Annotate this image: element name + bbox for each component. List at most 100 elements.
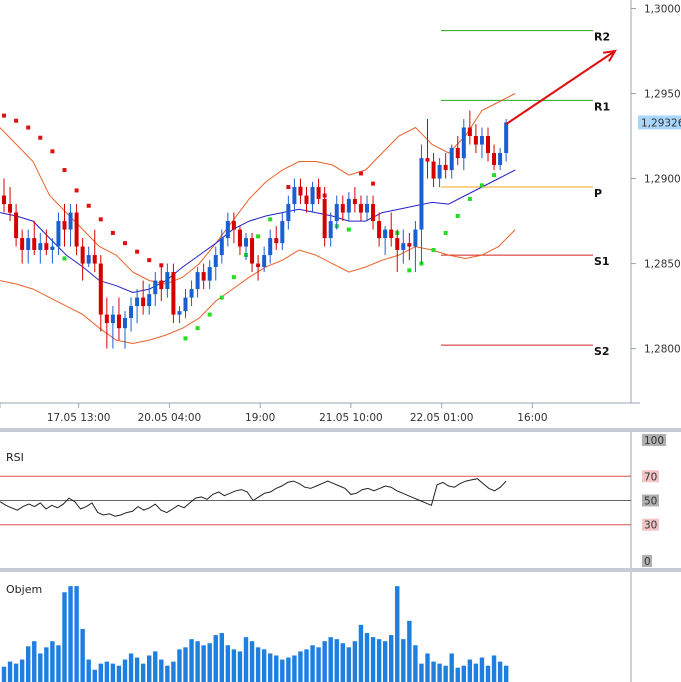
pivot-label-p: P [594,187,602,200]
last-price-tag-text: 1,29326 [641,117,681,129]
candle-body [504,122,509,154]
price-plot-bg [0,0,631,403]
sar-dot [207,312,212,317]
candle-body [310,187,315,205]
volume-bar [261,649,267,682]
panel-separator-1[interactable] [0,428,681,432]
volume-bar [443,665,448,682]
volume-bar [437,663,442,682]
candle-body [280,221,285,244]
sar-dot [110,230,115,235]
candle-body [201,272,206,281]
candle-body [159,280,164,290]
y-tick-label: 1,2900 [644,174,681,186]
candle-body [244,238,248,247]
volume-bar [340,643,345,682]
candle-body [2,195,6,205]
sar-dot [98,217,103,222]
sar-dot [431,247,436,252]
volume-bar [280,659,285,682]
candle-body [328,221,333,239]
candle-body [189,289,194,298]
volume-bar [249,641,255,682]
volume-bar [322,641,327,682]
candle-body [437,164,442,179]
x-tick-label: 17.05 13:00 [47,412,111,424]
volume-bar [497,661,503,682]
candle-body [413,229,418,247]
candle-body [86,255,91,264]
candle-body [183,297,188,312]
volume-bar [50,641,55,682]
sar-dot [286,185,291,190]
volume-bar [431,661,436,682]
sar-dot [86,203,91,208]
x-tick-label: 16:00 [517,412,547,424]
candle-body [371,204,376,222]
candle-body [467,127,472,137]
candle-body [165,272,170,290]
volume-bar [425,653,430,682]
candle-body [8,204,13,213]
x-tick-label: 19:00 [245,412,275,424]
rsi-panel[interactable]: RSI 0 30 50 70 100 [0,432,666,568]
volume-bar [237,651,243,682]
sar-dot [407,268,412,273]
candle-body [237,229,242,247]
volume-bar [473,663,479,682]
y-tick-label: 1,2850 [644,259,681,271]
candle-body [195,272,200,290]
candle-body [147,294,152,307]
candle-body [498,153,503,165]
volume-bar [401,639,406,682]
volume-bar [413,645,418,682]
sar-dot [135,249,140,254]
volume-bar [491,655,497,682]
price-panel[interactable]: 1,2800 1,2850 1,2900 1,2950 1,3000 17.05 13:… [0,0,681,424]
y-tick-label: 1,2950 [644,89,681,101]
sar-dot [183,336,188,341]
panel-separator-2[interactable] [0,568,681,572]
candle-body [407,243,412,247]
volume-bar [358,624,364,682]
volume-bar [13,663,19,682]
volume-bar [86,659,91,682]
volume-bar [68,586,73,682]
candle-body [68,212,73,230]
candle-body [98,263,103,315]
volume-bar [370,637,376,682]
volume-bar [292,655,297,682]
candle-body [135,297,140,307]
sar-dot [268,217,273,222]
candle-body [80,246,85,264]
candle-body [358,204,363,213]
sar-dot [219,295,224,300]
volume-bar [310,645,315,682]
volume-bar [80,628,85,682]
candle-body [352,198,357,205]
candle-body [268,238,273,256]
rsi-tick-label: 70 [644,471,657,483]
volume-bar [316,647,321,682]
candle-body [286,204,291,222]
volume-bar [334,639,339,682]
volume-bar [7,661,13,682]
volume-bar [298,651,303,682]
volume-bar [382,641,388,682]
volume-bar [213,635,218,682]
volume-bar [201,645,206,682]
volume-bar [219,633,224,682]
candle-body [316,187,321,199]
volume-bar [134,657,140,682]
sar-dot [443,230,448,235]
candle-body [50,246,55,250]
candle-body [377,221,382,239]
sar-dot [74,188,79,193]
rsi-tick-label: 100 [644,435,664,447]
volume-bar [328,637,333,682]
candle-body [177,311,182,315]
volume-panel[interactable]: Objem [1,572,632,682]
sar-dot [371,181,376,186]
rsi-tick-label: 30 [644,520,657,532]
volume-bar [268,653,273,682]
